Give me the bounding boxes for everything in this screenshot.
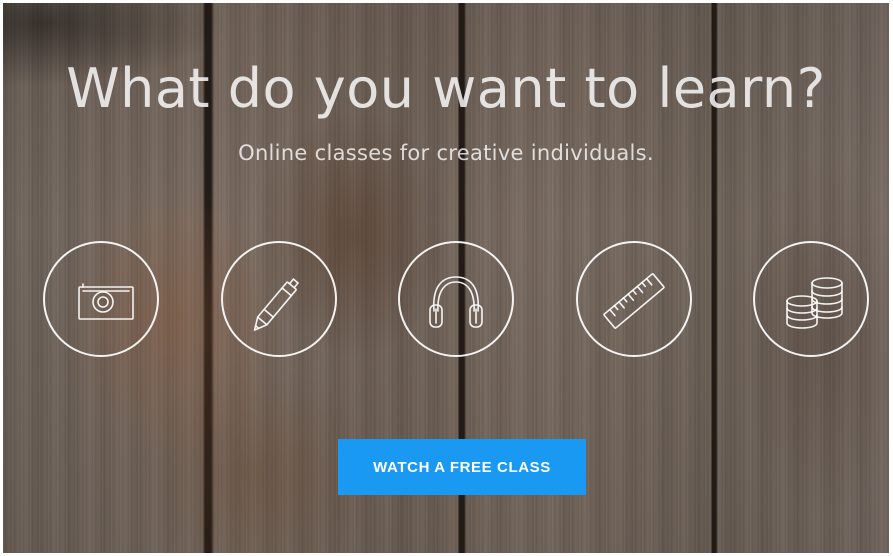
hero-section: What do you want to learn? Online classe… [0,0,893,556]
category-music-button[interactable] [398,241,514,357]
category-photography-button[interactable] [43,241,159,357]
page-title: What do you want to learn? [66,57,826,120]
headphones-icon [429,276,483,328]
category-design-button[interactable] [576,241,692,357]
pencil-icon [253,278,299,331]
watch-free-class-button[interactable]: WATCH A FREE CLASS [338,439,586,495]
coins-icon [786,277,843,329]
camera-icon [78,283,134,320]
ruler-icon [603,273,665,329]
page-subtitle: Online classes for creative individuals. [238,141,654,165]
category-business-button[interactable] [753,241,869,357]
category-drawing-button[interactable] [221,241,337,357]
